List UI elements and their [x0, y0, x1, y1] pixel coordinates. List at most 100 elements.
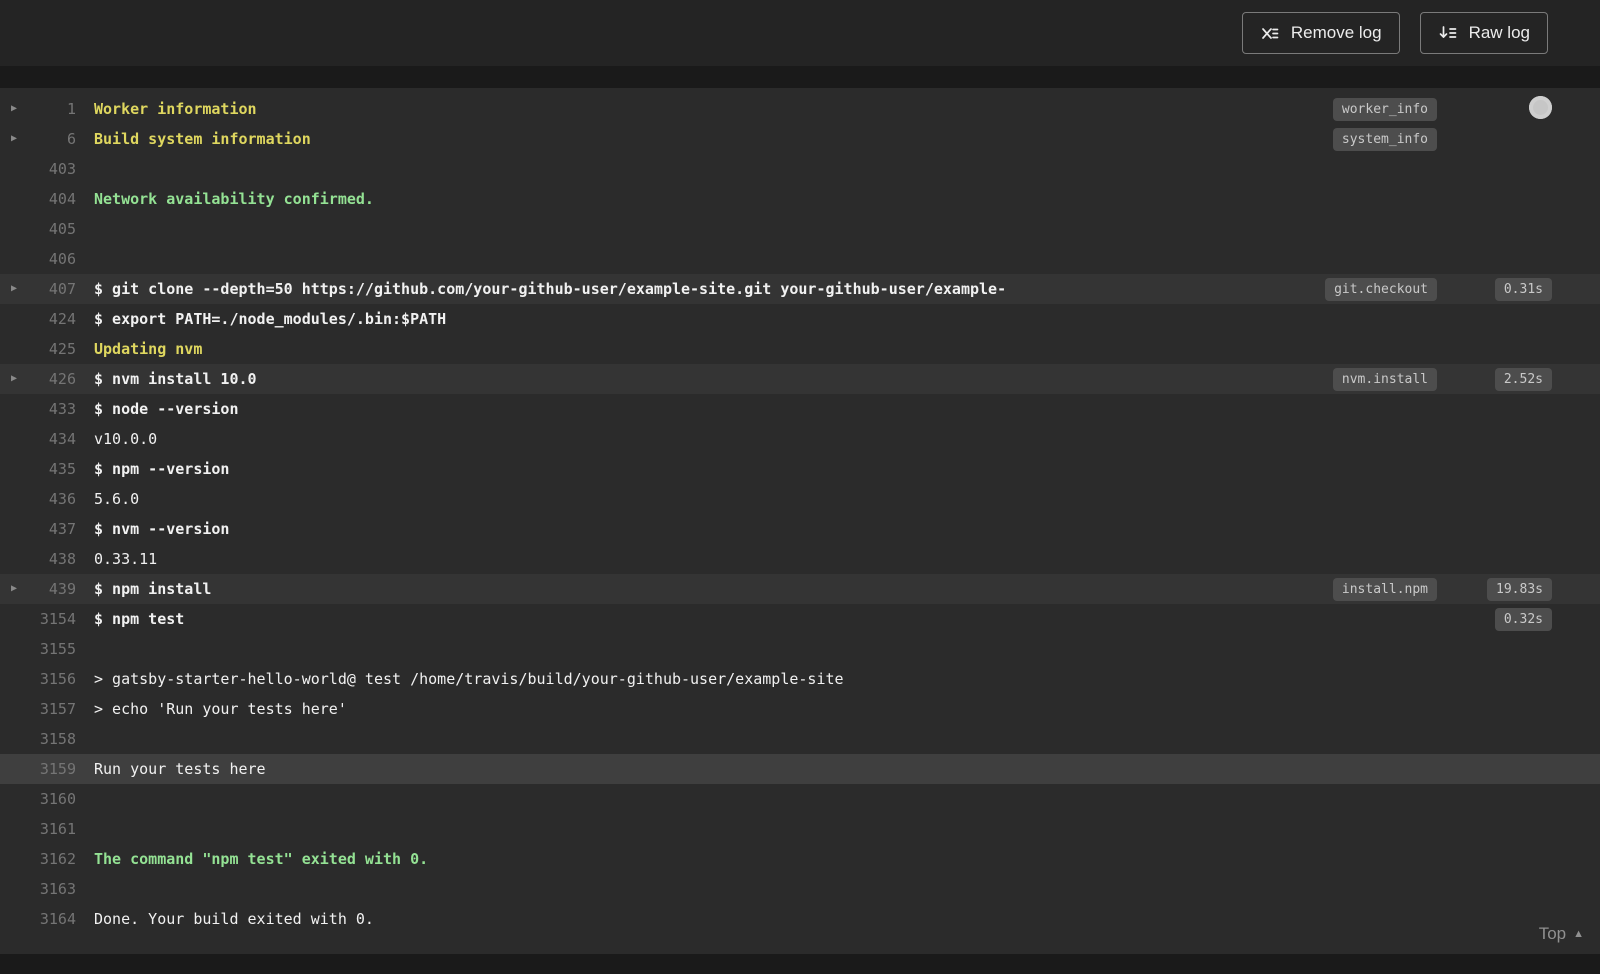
line-number[interactable]: 3155 — [28, 634, 76, 664]
line-text: $ export PATH=./node_modules/.bin:$PATH — [94, 310, 447, 328]
duration-badge: 0.32s — [1494, 607, 1552, 631]
log-line-433: 433 $ node --version — [0, 394, 1600, 424]
fold-toggle-icon[interactable]: ▶ — [0, 574, 28, 604]
line-text: Worker information — [94, 100, 257, 118]
line-number[interactable]: 403 — [28, 154, 76, 184]
log-line-3156: 3156 > gatsby-starter-hello-world@ test /… — [0, 664, 1600, 694]
log-line-3161: 3161 — [0, 814, 1600, 844]
log-line-3163: 3163 — [0, 874, 1600, 904]
line-number[interactable]: 1 — [28, 94, 76, 124]
duration-badge: 19.83s — [1487, 577, 1552, 601]
line-number[interactable]: 424 — [28, 304, 76, 334]
log-line-3158: 3158 — [0, 724, 1600, 754]
line-number[interactable]: 439 — [28, 574, 76, 604]
line-text: $ git clone --depth=50 https://github.co… — [94, 280, 1007, 298]
scroll-to-top-link[interactable]: Top ▲ — [1539, 924, 1584, 944]
fold-tag-badge: install.npm — [1332, 577, 1437, 601]
line-number[interactable]: 436 — [28, 484, 76, 514]
line-number[interactable]: 435 — [28, 454, 76, 484]
line-number[interactable]: 437 — [28, 514, 76, 544]
line-number[interactable]: 3157 — [28, 694, 76, 724]
line-text: Network availability confirmed. — [94, 190, 374, 208]
line-text: $ nvm --version — [94, 520, 230, 538]
log-line-405: 405 — [0, 214, 1600, 244]
fold-toggle-icon[interactable]: ▶ — [0, 364, 28, 394]
line-number[interactable]: 407 — [28, 274, 76, 304]
log-line-426: ▶ 426 $ nvm install 10.0 nvm.install 2.52s — [0, 364, 1600, 394]
log-line-438: 438 0.33.11 — [0, 544, 1600, 574]
line-text: $ npm install — [94, 580, 212, 598]
log-line-3157: 3157 > echo 'Run your tests here' — [0, 694, 1600, 724]
line-number[interactable]: 3164 — [28, 904, 76, 934]
duration-slot: 0.31s — [1452, 277, 1552, 301]
line-text: Build system information — [94, 130, 311, 148]
line-number[interactable]: 404 — [28, 184, 76, 214]
line-text: $ npm --version — [94, 460, 230, 478]
line-number[interactable]: 434 — [28, 424, 76, 454]
line-number[interactable]: 406 — [28, 244, 76, 274]
line-text: > echo 'Run your tests here' — [94, 700, 347, 718]
duration-slot: 19.83s — [1452, 577, 1552, 601]
line-number[interactable]: 3154 — [28, 604, 76, 634]
fold-toggle-icon[interactable]: ▶ — [0, 274, 28, 304]
log-line-424: 424 $ export PATH=./node_modules/.bin:$PA… — [0, 304, 1600, 334]
line-text: $ nvm install 10.0 — [94, 370, 257, 388]
duration-badge: 2.52s — [1494, 367, 1552, 391]
remove-log-icon — [1260, 23, 1280, 43]
log-line-439: ▶ 439 $ npm install install.npm 19.83s — [0, 574, 1600, 604]
log-line-3159: 3159 Run your tests here — [0, 754, 1600, 784]
line-number[interactable]: 6 — [28, 124, 76, 154]
line-number[interactable]: 3163 — [28, 874, 76, 904]
line-number[interactable]: 3158 — [28, 724, 76, 754]
chevron-up-icon: ▲ — [1573, 927, 1584, 940]
log-line-425: 425 Updating nvm — [0, 334, 1600, 364]
log-lines: ▶ 1 Worker information worker_info ▶ 6 Build s… — [0, 94, 1600, 934]
log-line-404: 404 Network availability confirmed. — [0, 184, 1600, 214]
fold-tag-badge: worker_info — [1332, 97, 1437, 121]
log-line-407: ▶ 407 $ git clone --depth=50 https://githu… — [0, 274, 1600, 304]
log-line-6: ▶ 6 Build system information system_info — [0, 124, 1600, 154]
line-text: The command "npm test" exited with 0. — [94, 850, 429, 868]
fold-toggle-icon[interactable]: ▶ — [0, 94, 28, 124]
log-line-403: 403 — [0, 154, 1600, 184]
scrollbar-thumb[interactable] — [1529, 96, 1552, 119]
line-number[interactable]: 3162 — [28, 844, 76, 874]
fold-tag-badge: nvm.install — [1332, 367, 1437, 391]
line-number[interactable]: 425 — [28, 334, 76, 364]
log-line-3164: 3164 Done. Your build exited with 0. — [0, 904, 1600, 934]
remove-log-label: Remove log — [1290, 23, 1382, 42]
raw-log-button[interactable]: Raw log — [1419, 12, 1548, 54]
log-line-436: 436 5.6.0 — [0, 484, 1600, 514]
fold-toggle-icon[interactable]: ▶ — [0, 124, 28, 154]
duration-badge: 0.31s — [1494, 277, 1552, 301]
line-text: 0.33.11 — [94, 550, 158, 568]
log-line-406: 406 — [0, 244, 1600, 274]
line-text: Done. Your build exited with 0. — [94, 910, 374, 928]
line-number[interactable]: 405 — [28, 214, 76, 244]
log-line-1: ▶ 1 Worker information worker_info — [0, 94, 1600, 124]
line-number[interactable]: 433 — [28, 394, 76, 424]
log-line-3160: 3160 — [0, 784, 1600, 814]
line-number[interactable]: 426 — [28, 364, 76, 394]
line-text: $ node --version — [94, 400, 239, 418]
log-line-435: 435 $ npm --version — [0, 454, 1600, 484]
build-log: ▶ 1 Worker information worker_info ▶ 6 Build s… — [0, 88, 1600, 954]
line-number[interactable]: 3156 — [28, 664, 76, 694]
log-line-3162: 3162 The command "npm test" exited with 0… — [0, 844, 1600, 874]
remove-log-button[interactable]: Remove log — [1241, 12, 1400, 54]
line-number[interactable]: 438 — [28, 544, 76, 574]
duration-slot: 2.52s — [1452, 367, 1552, 391]
fold-tag-badge: system_info — [1332, 127, 1437, 151]
line-number[interactable]: 3159 — [28, 754, 76, 784]
log-line-434: 434 v10.0.0 — [0, 424, 1600, 454]
line-text: Updating nvm — [94, 340, 203, 358]
top-label: Top — [1538, 924, 1567, 943]
duration-slot: 0.32s — [1452, 607, 1552, 631]
line-number[interactable]: 3160 — [28, 784, 76, 814]
fold-tag-badge: git.checkout — [1325, 277, 1437, 301]
line-text: 5.6.0 — [94, 490, 140, 508]
line-text: $ npm test — [94, 610, 185, 628]
line-text: v10.0.0 — [94, 430, 158, 448]
line-number[interactable]: 3161 — [28, 814, 76, 844]
line-text: > gatsby-starter-hello-world@ test /home… — [94, 670, 844, 688]
